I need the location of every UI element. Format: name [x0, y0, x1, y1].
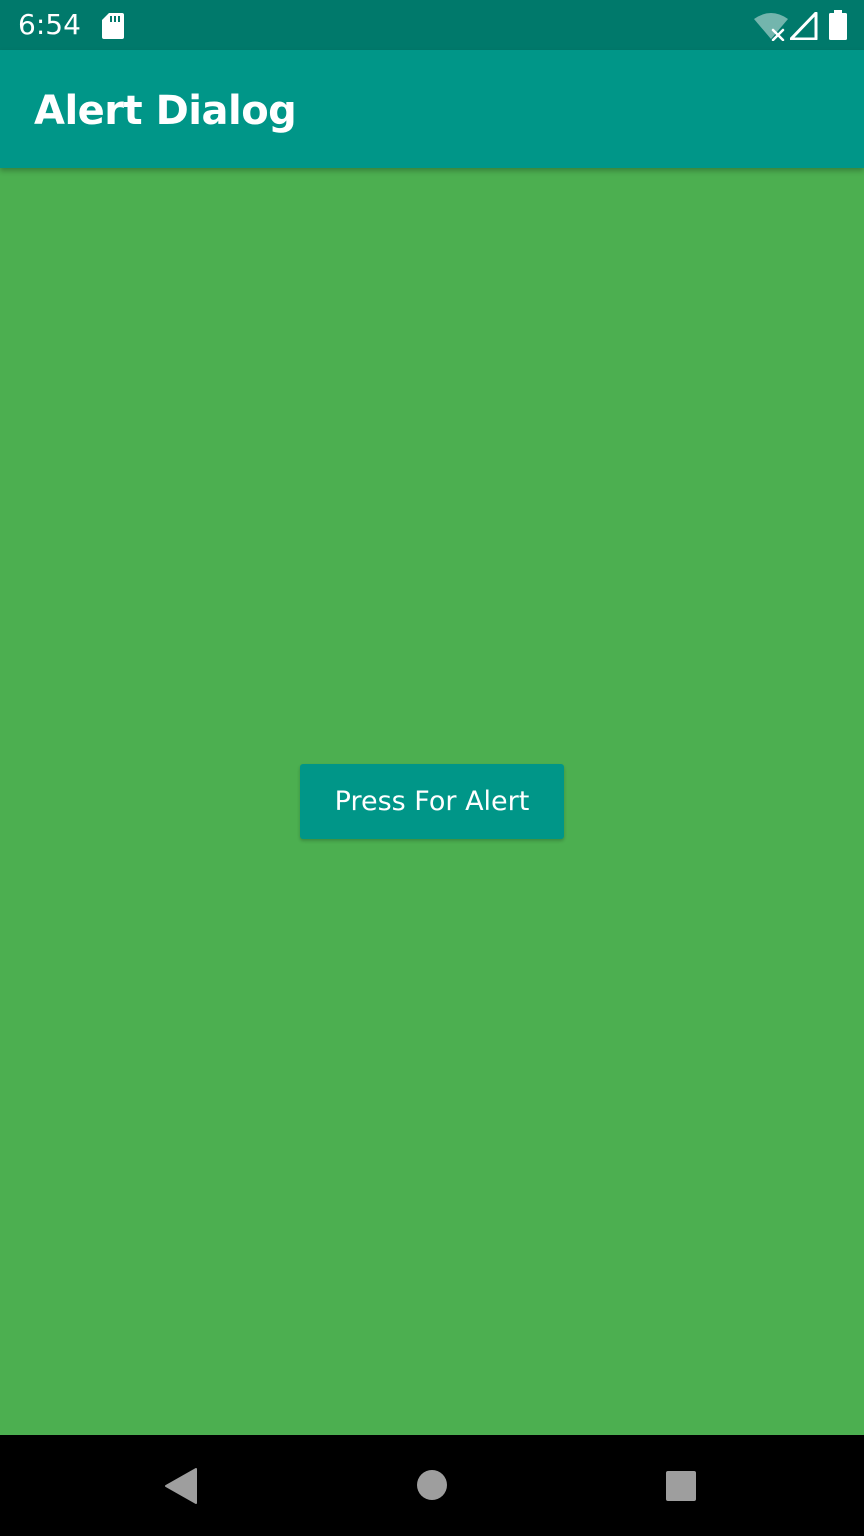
battery-icon — [829, 10, 847, 40]
app-title: Alert Dialog — [34, 88, 297, 134]
recents-icon[interactable] — [665, 1470, 697, 1502]
status-bar: 6:54 — [0, 0, 864, 50]
signal-icon — [790, 12, 818, 40]
home-icon[interactable] — [416, 1469, 448, 1501]
sd-card-icon — [102, 13, 124, 39]
wifi-off-icon — [754, 13, 788, 41]
press-for-alert-button[interactable]: Press For Alert — [300, 764, 564, 839]
back-icon[interactable] — [164, 1467, 198, 1505]
app-bar: Alert Dialog — [0, 50, 864, 168]
navigation-bar — [0, 1435, 864, 1536]
status-time: 6:54 — [18, 8, 81, 41]
screen: 6:54 Alert Dialog Press For Alert — [0, 0, 864, 1536]
